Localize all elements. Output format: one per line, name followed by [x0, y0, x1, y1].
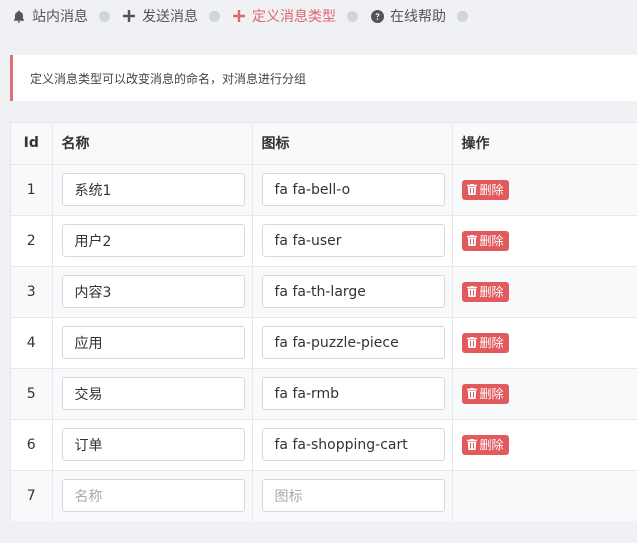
icon-input[interactable]: fa fa-rmb [261, 377, 445, 410]
table-row: 5 交易 fa fa-rmb 删除 [11, 368, 637, 420]
empty-action-cell [452, 470, 637, 521]
delete-button-label: 删除 [479, 183, 504, 197]
nav-define-message-type[interactable]: 定义消息类型 [232, 6, 336, 26]
column-header-actions: 操作 [452, 123, 637, 165]
delete-button[interactable]: 删除 [461, 332, 509, 353]
nav-send-message[interactable]: 发送消息 [122, 6, 198, 26]
name-input[interactable]: 系统1 [61, 173, 245, 206]
delete-button[interactable]: 删除 [461, 179, 509, 200]
table-row: 6 订单 fa fa-shopping-cart 删除 [11, 419, 637, 471]
plus-icon [122, 9, 136, 23]
nav-online-help-label: 在线帮助 [390, 9, 446, 25]
icon-input[interactable]: fa fa-shopping-cart [261, 428, 445, 461]
nav-separator [209, 10, 220, 22]
icon-input[interactable]: fa fa-user [261, 224, 445, 257]
nav-separator [347, 10, 358, 22]
plus-icon [232, 9, 246, 23]
new-name-input[interactable]: 名称 [61, 479, 245, 513]
table-row-new: 7 名称 图标 [11, 470, 637, 521]
delete-button-label: 删除 [479, 387, 504, 401]
row-id: 1 [11, 164, 53, 216]
new-icon-input[interactable]: 图标 [261, 479, 445, 513]
icon-input[interactable]: fa fa-puzzle-piece [261, 326, 445, 359]
table-row: 2 用户2 fa fa-user 删除 [11, 215, 637, 267]
bell-icon [12, 9, 26, 23]
message-type-table-panel: Id 名称 图标 操作 1 系统1 fa fa-bell-o 删除 2 用户2 … [10, 122, 637, 521]
question-circle-icon [370, 9, 384, 23]
name-input[interactable]: 订单 [61, 428, 245, 461]
info-alert-text: 定义消息类型可以改变消息的命名，对消息进行分组 [30, 71, 307, 86]
delete-button-label: 删除 [479, 438, 504, 452]
table-row: 1 系统1 fa fa-bell-o 删除 [11, 164, 637, 216]
column-header-id: Id [11, 123, 53, 165]
trash-icon [466, 286, 477, 297]
delete-button-label: 删除 [479, 285, 504, 299]
delete-button[interactable]: 删除 [461, 230, 509, 251]
row-id: 6 [11, 419, 53, 471]
trash-icon [466, 235, 477, 246]
delete-button[interactable]: 删除 [461, 434, 509, 455]
name-input[interactable]: 应用 [61, 326, 245, 359]
name-input[interactable]: 内容3 [61, 275, 245, 308]
icon-input[interactable]: fa fa-bell-o [261, 173, 445, 206]
top-nav: 站内消息 发送消息 定义消息类型 在线帮助 [0, 0, 637, 32]
info-alert: 定义消息类型可以改变消息的命名，对消息进行分组 [10, 55, 637, 101]
nav-separator [457, 10, 468, 22]
nav-inbox[interactable]: 站内消息 [12, 6, 88, 26]
row-id: 3 [11, 266, 53, 318]
delete-button-label: 删除 [479, 336, 504, 350]
delete-button[interactable]: 删除 [461, 281, 509, 302]
row-id: 2 [11, 215, 53, 267]
delete-button-label: 删除 [479, 234, 504, 248]
message-type-table: Id 名称 图标 操作 1 系统1 fa fa-bell-o 删除 2 用户2 … [11, 123, 637, 521]
name-input[interactable]: 用户2 [61, 224, 245, 257]
trash-icon [466, 439, 477, 450]
nav-separator [99, 10, 110, 22]
trash-icon [466, 337, 477, 348]
column-header-name: 名称 [52, 123, 253, 165]
column-header-icon: 图标 [252, 123, 453, 165]
table-row: 4 应用 fa fa-puzzle-piece 删除 [11, 317, 637, 369]
row-id: 5 [11, 368, 53, 420]
row-id: 4 [11, 317, 53, 369]
icon-input[interactable]: fa fa-th-large [261, 275, 445, 308]
nav-define-message-type-label: 定义消息类型 [252, 9, 336, 25]
nav-inbox-label: 站内消息 [32, 9, 88, 25]
nav-online-help[interactable]: 在线帮助 [370, 6, 446, 26]
table-row: 3 内容3 fa fa-th-large 删除 [11, 266, 637, 318]
table-header-row: Id 名称 图标 操作 [11, 123, 637, 165]
delete-button[interactable]: 删除 [461, 383, 509, 404]
row-id: 7 [11, 470, 53, 521]
name-input[interactable]: 交易 [61, 377, 245, 410]
trash-icon [466, 184, 477, 195]
nav-send-message-label: 发送消息 [142, 9, 198, 25]
trash-icon [466, 388, 477, 399]
